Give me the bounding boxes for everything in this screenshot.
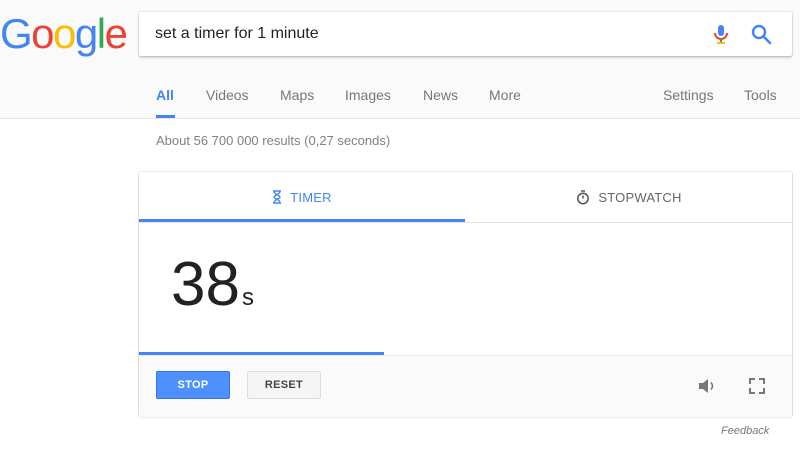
timer-card: TIMER STOPWATCH 38s STOP RESET [139, 172, 792, 417]
logo-letter: l [96, 10, 106, 57]
tab-more[interactable]: More [489, 87, 521, 103]
tab-stopwatch[interactable]: STOPWATCH [466, 172, 792, 222]
header: Google All Videos Maps Images News More … [0, 0, 800, 119]
feedback-link[interactable]: Feedback [721, 425, 769, 437]
tab-videos[interactable]: Videos [206, 87, 249, 103]
logo-letter: o [31, 10, 54, 57]
search-input[interactable] [155, 12, 675, 56]
hourglass-icon [273, 190, 282, 204]
result-stats: About 56 700 000 results (0,27 seconds) [156, 133, 391, 148]
timer-display: 38s [171, 254, 254, 316]
timer-value: 38 [171, 250, 240, 319]
logo-letter: e [104, 10, 128, 57]
fullscreen-icon[interactable] [747, 376, 767, 396]
logo-letter: G [0, 10, 33, 57]
search-tabs: All Videos Maps Images News More Setting… [0, 80, 800, 118]
tab-timer[interactable]: TIMER [139, 172, 465, 222]
tab-maps[interactable]: Maps [280, 87, 314, 103]
stop-button[interactable]: STOP [156, 371, 230, 399]
microphone-icon[interactable] [709, 22, 733, 46]
volume-icon[interactable] [696, 375, 718, 397]
timer-controls: STOP RESET [139, 355, 792, 417]
search-icon[interactable] [749, 22, 773, 46]
tab-timer-label: TIMER [290, 189, 332, 205]
timer-tab-indicator [139, 219, 465, 222]
tab-stopwatch-label: STOPWATCH [598, 189, 682, 205]
tab-news[interactable]: News [423, 87, 458, 103]
logo-letter: o [53, 10, 76, 57]
stopwatch-icon [577, 189, 590, 204]
tools-link[interactable]: Tools [744, 87, 777, 103]
settings-link[interactable]: Settings [663, 87, 714, 103]
google-logo[interactable]: Google [0, 10, 128, 57]
tab-images[interactable]: Images [345, 87, 391, 103]
tab-all[interactable]: All [156, 87, 174, 103]
reset-button[interactable]: RESET [247, 371, 321, 399]
logo-letter: g [74, 10, 98, 57]
active-tab-indicator [156, 115, 175, 118]
timer-card-tabs: TIMER STOPWATCH [139, 172, 792, 223]
search-box [139, 12, 792, 56]
timer-unit: s [241, 284, 254, 311]
